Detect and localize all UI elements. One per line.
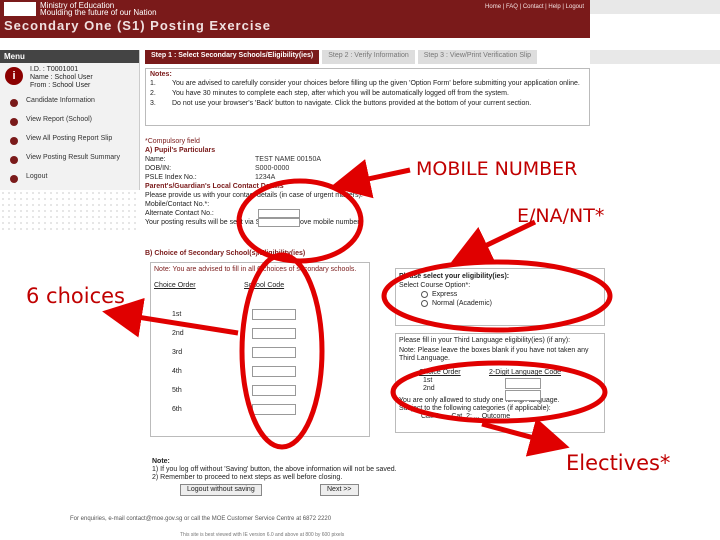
school-code-input[interactable] [252,347,296,358]
profile-name: Name : School User [30,74,93,81]
language-code-input[interactable] [505,390,541,401]
moe-logo [4,2,36,16]
step-tabs: Step 1 : Select Secondary Schools/Eligib… [145,50,590,64]
lang-col-heads: Choice Order 2-Digit Language Code [419,369,561,376]
lang-heading: Please fill in your Third Language eligi… [399,337,571,344]
bottom-note-line: 1) If you log off without 'Saving' butto… [152,466,397,473]
radio-icon[interactable] [421,290,428,298]
sidebar-item-candidate-info[interactable]: Candidate Information [0,95,139,114]
sidebar-item-logout[interactable]: Logout [0,171,139,190]
course-label: Select Course Option*: [399,282,471,289]
psle-row: PSLE Index No.: 1234A [145,174,276,181]
name-row: Name: TEST NAME 00150A [145,156,322,163]
course-option-normal-academic[interactable]: Normal (Academic) [399,299,601,308]
mobile-number-input[interactable] [258,209,300,218]
mobile-label: Mobile/Contact No.*: [145,201,210,208]
school-code-input[interactable] [252,328,296,339]
app-header: Ministry of Education Moulding the futur… [0,0,590,38]
section-b-heading: B) Choice of Secondary School(s)/Eligibi… [145,250,306,257]
note-item: 3. Do not use your browser's 'Back' butto… [150,100,532,107]
course-arrow [450,219,537,264]
section-a-heading: A) Pupil's Particulars [145,147,216,154]
choices-note: Note: You are advised to fill in all 6 c… [154,266,357,273]
logout-without-saving-button[interactable]: Logout without saving [180,484,262,496]
org-name: Ministry of Education Moulding the futur… [40,2,157,17]
tab-step-3[interactable]: Step 3 : View/Print Verification Slip [417,50,538,64]
language-code-input[interactable] [505,378,541,389]
school-code-input[interactable] [252,404,296,415]
callout-mobile-number: MOBILE NUMBER [416,158,578,180]
sidebar-pattern [0,190,140,230]
choice-label: 4th [172,368,182,375]
sidebar-item-view-report[interactable]: View Report (School) [0,114,139,133]
col-school-code: School Code [244,282,285,289]
header-right-strip [590,0,720,14]
sidebar-item-result-summary[interactable]: View Posting Result Summary [0,152,139,171]
choice-label: 6th [172,406,182,413]
lang-choice-label: 2nd [423,385,435,392]
course-option-express[interactable]: Express [399,290,601,299]
choice-label: 1st [172,311,182,318]
sidebar: Menu i I.D. : T0001001 Name : School Use… [0,50,140,190]
bullet-icon [10,156,18,164]
sidebar-item-report-slip[interactable]: View All Posting Report Slip [0,133,139,152]
compulsory-note: *Compulsory field [145,138,200,145]
lang-choice-label: 1st [423,377,433,384]
profile-block: i I.D. : T0001001 Name : School User Fro… [0,63,139,95]
bullet-icon [10,137,18,145]
parent-heading: Parent's/Guardian's Local Contact Detail… [145,183,284,190]
lang-note: Note: Please leave the boxes blank if yo… [399,347,589,362]
parent-note: Please provide us with your contact deta… [145,192,363,199]
note-item: 1. You are advised to carefully consider … [150,80,580,87]
org-tagline: Moulding the future of our Nation [40,8,157,17]
course-heading: Please select your eligibility(ies): [399,273,510,280]
lang-sub-note: Subject to the following categories (if … [399,405,551,412]
bottom-notes: Note: 1) If you log off without 'Saving'… [152,458,597,482]
bullet-icon [10,99,18,107]
tab-step-1[interactable]: Step 1 : Select Secondary Schools/Eligib… [145,50,320,64]
notes-heading: Notes: [150,71,172,78]
callout-six-choices: 6 choices [26,284,125,308]
alternate-contact-input[interactable] [258,218,300,227]
radio-icon[interactable] [421,299,428,307]
next-button[interactable]: Next >> [320,484,359,496]
profile-id: I.D. : T0001001 [30,66,79,73]
menu-title: Menu [0,50,139,63]
school-code-input[interactable] [252,385,296,396]
course-option-panel: Please select your eligibility(ies): Sel… [395,268,605,326]
bottom-notes-heading: Note: [152,458,170,465]
choice-label: 3rd [172,349,183,356]
footer-browser-note: This site is best viewed with IE version… [180,532,345,538]
callout-course-option: E/NA/NT* [517,205,605,227]
school-code-input[interactable] [252,366,296,377]
lang-allowed-note: You are only allowed to study one foreig… [399,397,560,404]
footer-contact: For enquiries, e-mail contact@moe.gov.sg… [70,516,332,522]
callout-electives: Electives* [566,451,671,475]
tab-step-2[interactable]: Step 2 : Verify Information [322,50,415,64]
note-item: 2. You have 30 minutes to complete each s… [150,90,509,97]
dob-row: DOB/IN: S000-0000 [145,165,290,172]
bottom-note-line: 2) Remember to proceed to next steps as … [152,474,343,481]
col-choice-order: Choice Order [154,282,196,289]
choice-label: 5th [172,387,182,394]
choices-col-heads: Choice Order School Code [154,282,366,290]
info-icon: i [5,67,23,85]
third-language-panel: Please fill in your Third Language eligi… [395,333,605,433]
lang-last-line: Cat. 1: ... Cat. 2: ... Outcome [421,413,511,420]
tabs-right-strip [590,50,720,64]
profile-from: From : School User [30,82,91,89]
choice-label: 2nd [172,330,184,337]
bullet-icon [10,118,18,126]
school-code-input[interactable] [252,309,296,320]
header-links[interactable]: Home | FAQ | Contact | Help | Logout [485,4,584,10]
page-title: Secondary One (S1) Posting Exercise [4,18,271,33]
notes-box: Notes: 1. You are advised to carefully co… [145,68,590,126]
bullet-icon [10,175,18,183]
